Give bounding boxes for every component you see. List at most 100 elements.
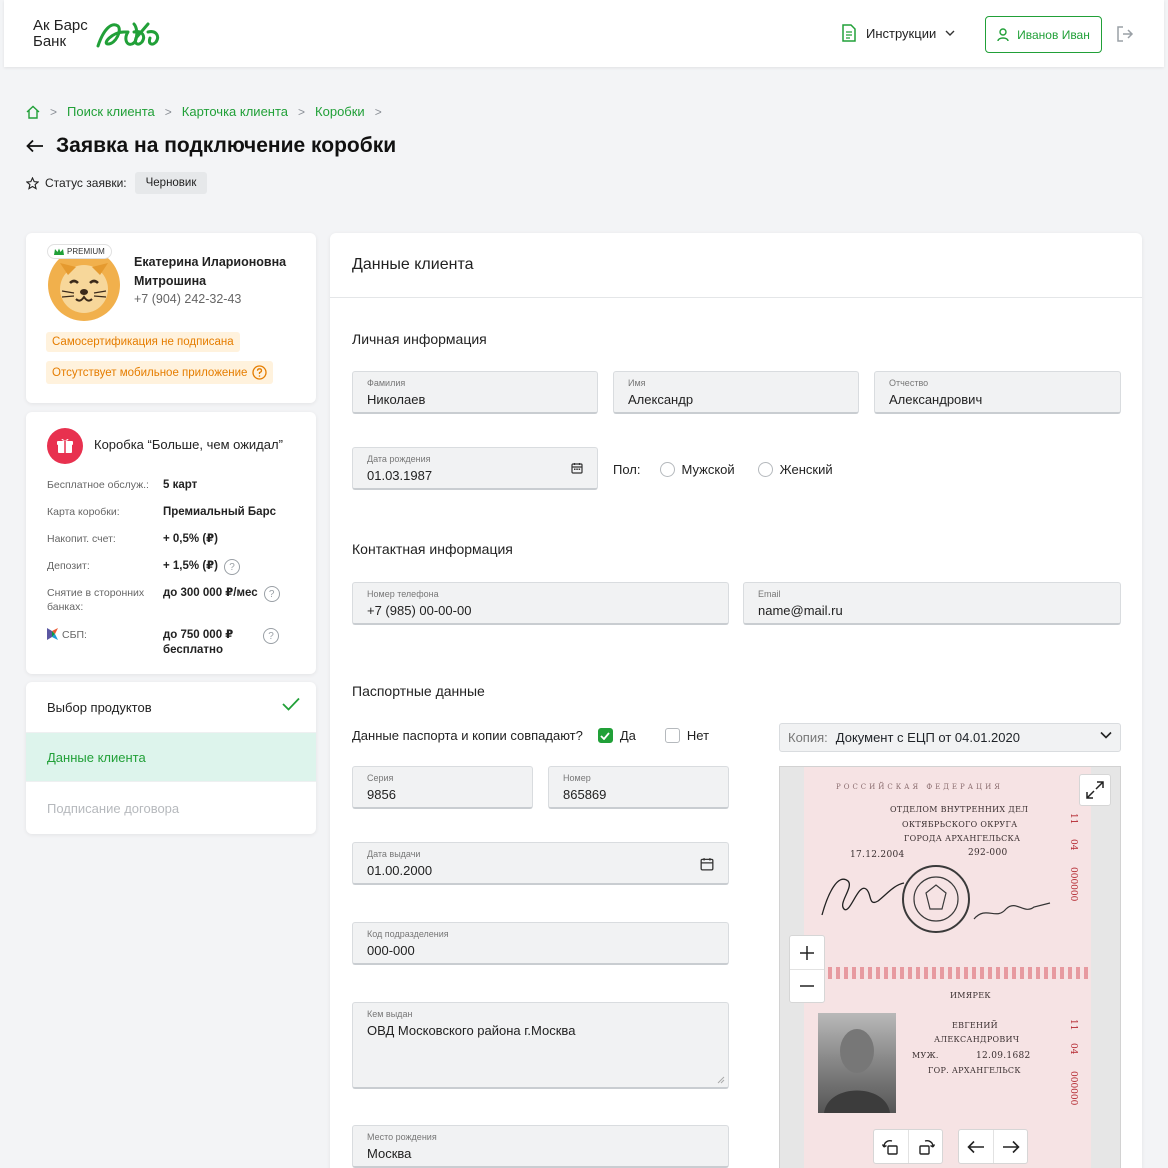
box-row-label: СБП: <box>47 628 157 642</box>
field-label: Дата рождения <box>367 454 431 464</box>
question-icon[interactable] <box>252 365 268 380</box>
passport-match-question: Данные паспорта и копии совпадают? Да Не… <box>352 728 709 743</box>
rotate-controls <box>873 1129 943 1164</box>
gender-male-label[interactable]: Мужской <box>682 462 735 477</box>
field-label: Код подразделения <box>367 929 449 939</box>
zoom-in-button[interactable] <box>790 936 824 969</box>
form-title: Данные клиента <box>352 256 474 273</box>
calendar-icon[interactable] <box>571 462 583 474</box>
field-value: 000-000 <box>367 943 415 958</box>
step-product-selection[interactable]: Выбор продуктов <box>26 682 316 732</box>
next-page-button[interactable] <box>993 1130 1027 1163</box>
box-card: Коробка “Больше, чем ожидал” Бесплатное … <box>26 412 316 674</box>
box-row-label: Накопит. счет: <box>47 533 116 545</box>
sbp-logo-icon <box>47 628 58 640</box>
passport-photo <box>818 1013 896 1113</box>
step-client-data[interactable]: Данные клиента <box>26 732 316 782</box>
breadcrumb-separator-icon: > <box>298 104 306 119</box>
box-row-value: Премиальный Барс <box>163 505 276 520</box>
match-no-checkbox[interactable] <box>664 728 680 743</box>
last-name-field[interactable]: Фамилия Николаев <box>352 371 598 414</box>
instructions-menu[interactable]: Инструкции <box>841 24 955 42</box>
passport-image-viewer[interactable]: РОССИЙСКАЯ ФЕДЕРАЦИЯ ОТДЕЛОМ ВНУТРЕННИХ … <box>779 766 1121 1168</box>
client-data-form: Данные клиента Личная информация Фамилия… <box>330 233 1142 1168</box>
issue-date-field[interactable]: Дата выдачи 01.00.2000 <box>352 842 729 885</box>
copy-document-select[interactable]: Копия: Документ с ЕЦП от 04.01.2020 <box>779 723 1121 752</box>
page-title-row: Заявка на подключение коробки <box>26 134 396 158</box>
warning-text: Самосертификация не подписана <box>52 336 234 348</box>
email-field[interactable]: Email name@mail.ru <box>743 582 1121 625</box>
match-no-label[interactable]: Нет <box>687 728 709 743</box>
birth-date-field[interactable]: Дата рождения 01.03.1987 <box>352 447 598 490</box>
status-badge: Черновик <box>134 172 208 194</box>
match-yes-label[interactable]: Да <box>620 728 636 743</box>
plus-icon <box>800 945 814 960</box>
field-value: 01.00.2000 <box>367 863 433 878</box>
breadcrumb-client-search[interactable]: Поиск клиента <box>67 104 155 119</box>
form-header: Данные клиента <box>330 233 1142 298</box>
birth-place-field[interactable]: Место рождения Москва <box>352 1125 729 1168</box>
step-contract-signing[interactable]: Подписание договора <box>26 783 316 833</box>
premium-badge: PREMIUM <box>48 245 111 258</box>
passport-side-number: 000000 <box>1068 867 1078 902</box>
calendar-icon[interactable] <box>700 857 714 871</box>
passport-series-field[interactable]: Серия 9856 <box>352 766 533 809</box>
rotate-left-button[interactable] <box>874 1130 908 1163</box>
issued-by-textarea[interactable]: Кем выдан ОВД Московского района г.Москв… <box>352 1002 729 1089</box>
zoom-out-button[interactable] <box>790 969 824 1002</box>
crown-icon <box>54 248 64 255</box>
help-icon[interactable]: ? <box>263 586 280 602</box>
breadcrumb-separator-icon: > <box>50 104 58 119</box>
patronymic-field[interactable]: Отчество Александрович <box>874 371 1121 414</box>
gender-female-radio[interactable] <box>757 462 773 477</box>
bank-logo-text[interactable]: Ак Барс Банк <box>33 18 88 50</box>
bank-logo-icon <box>96 22 160 48</box>
help-icon[interactable]: ? <box>263 628 279 644</box>
passport-side-number: 04 <box>1068 839 1078 851</box>
user-profile-button[interactable]: Иванов Иван <box>985 16 1102 53</box>
person-photo-icon <box>824 1029 890 1113</box>
box-row-label: Снятие в сторонних банках: <box>47 587 145 613</box>
match-yes-checkbox[interactable] <box>597 728 613 743</box>
step-label: Данные клиента <box>47 749 146 765</box>
help-icon[interactable]: ? <box>223 559 240 575</box>
box-label-text: СБП: <box>62 629 87 641</box>
breadcrumb-separator-icon: > <box>164 104 172 119</box>
passport-sex: МУЖ. <box>912 1051 939 1060</box>
rotate-right-button[interactable] <box>908 1130 942 1163</box>
home-icon[interactable] <box>26 105 40 119</box>
breadcrumb-client-card[interactable]: Карточка клиента <box>182 104 288 119</box>
breadcrumb-boxes[interactable]: Коробки <box>315 104 365 119</box>
resize-handle-icon[interactable] <box>717 1076 725 1084</box>
back-arrow-icon[interactable] <box>26 139 44 153</box>
logout-icon[interactable] <box>1116 25 1134 43</box>
user-name: Иванов Иван <box>1017 27 1090 42</box>
field-value: 9856 <box>367 787 396 802</box>
rotate-left-icon <box>882 1139 898 1155</box>
field-value: Александрович <box>889 392 983 407</box>
first-name-field[interactable]: Имя Александр <box>613 371 859 414</box>
logo-line-2: Банк <box>33 33 67 50</box>
field-value: Москва <box>367 1146 412 1161</box>
passport-side-number: 000000 <box>1068 1071 1078 1106</box>
breadcrumb-separator-icon: > <box>374 104 382 119</box>
box-row-value: до 750 000 ₽ бесплатно <box>163 628 247 658</box>
arrow-left-icon <box>967 1140 984 1153</box>
premium-label: PREMIUM <box>67 247 105 256</box>
field-value: 01.03.1987 <box>367 468 433 483</box>
division-code-field[interactable]: Код подразделения 000-000 <box>352 922 729 965</box>
fullscreen-button[interactable] <box>1079 774 1111 806</box>
box-value-text: + 0,5% (₽) <box>163 533 218 545</box>
star-icon[interactable] <box>26 176 39 190</box>
prev-page-button[interactable] <box>959 1130 993 1163</box>
box-value-text: до 750 000 ₽ бесплатно <box>163 629 234 656</box>
phone-field[interactable]: Номер телефона +7 (985) 00-00-00 <box>352 582 729 625</box>
gender-female-label[interactable]: Женский <box>780 462 833 477</box>
rotate-right-icon <box>918 1139 935 1155</box>
passport-match-label: Данные паспорта и копии совпадают? <box>352 728 583 743</box>
page-title: Заявка на подключение коробки <box>56 134 397 157</box>
passport-header-text: РОССИЙСКАЯ ФЕДЕРАЦИЯ <box>836 783 1003 791</box>
gender-male-radio[interactable] <box>659 462 675 477</box>
field-label: Место рождения <box>367 1132 437 1142</box>
passport-number-field[interactable]: Номер 865869 <box>548 766 729 809</box>
